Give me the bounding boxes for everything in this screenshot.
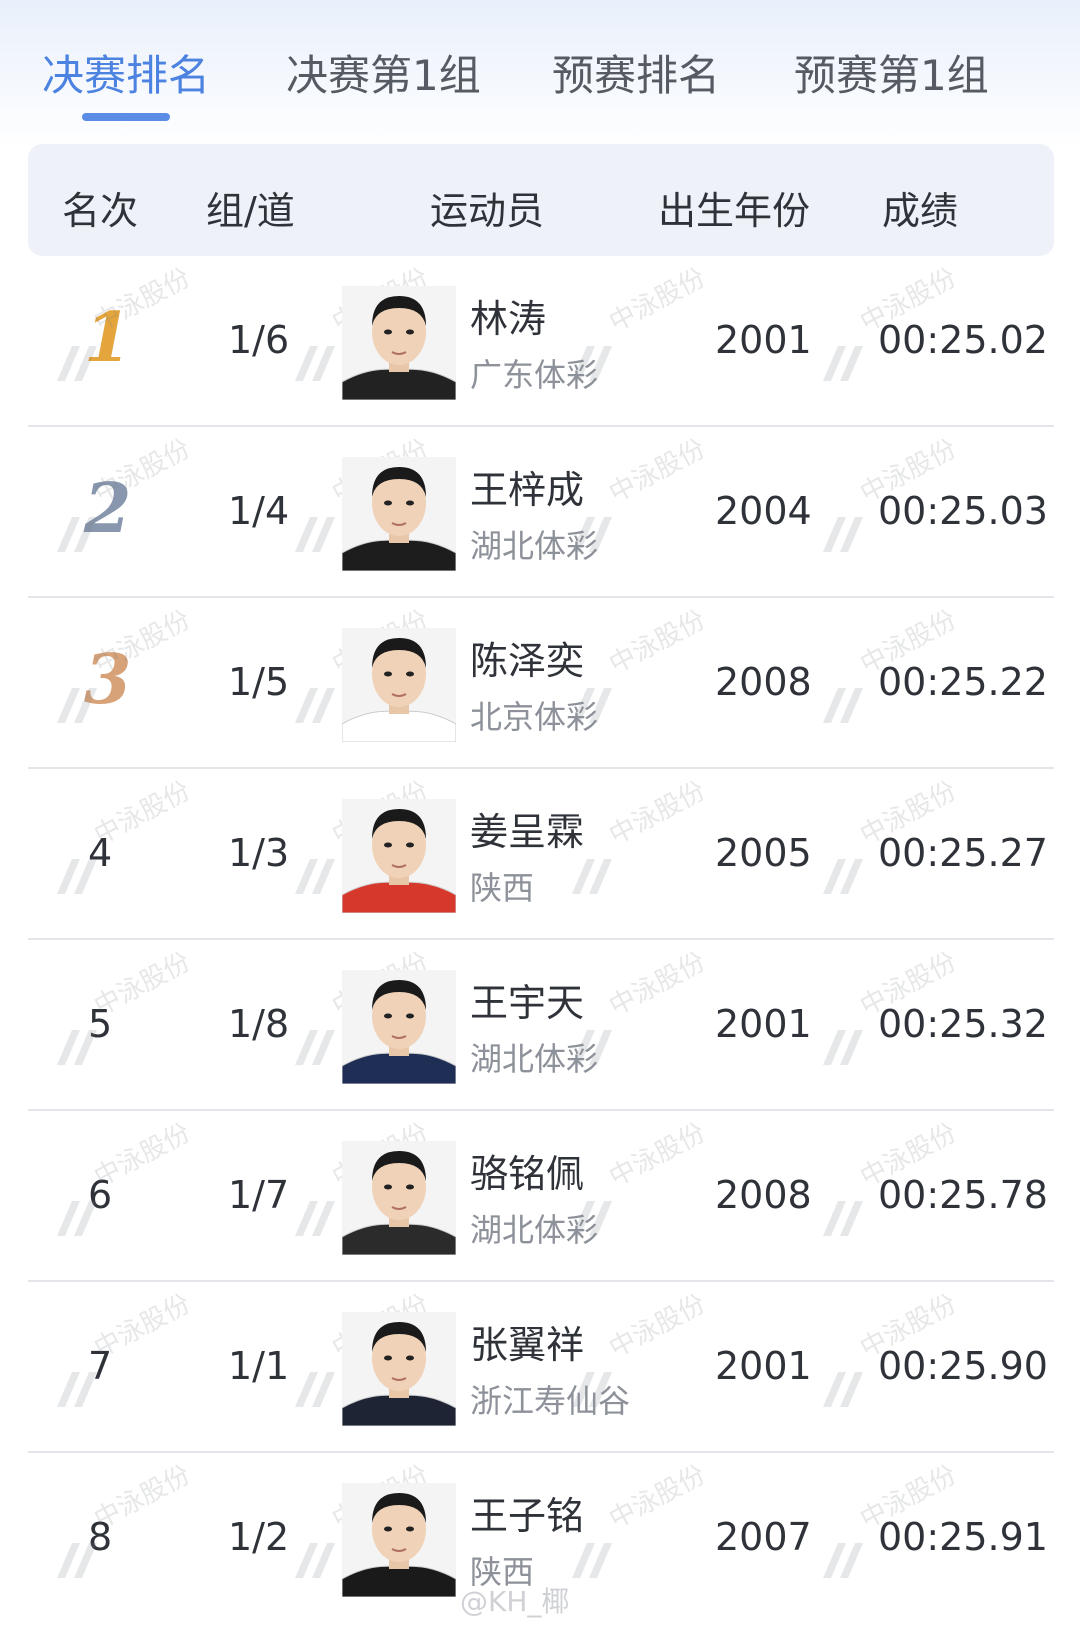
athlete-photo bbox=[342, 1483, 456, 1597]
watermark-text: 中泳股份 bbox=[604, 604, 711, 681]
header-result: 成绩 bbox=[882, 189, 959, 233]
birth-year: 2001 bbox=[715, 1002, 812, 1046]
table-row[interactable]: 1中泳股份中泳股份中泳股份中泳股份1/6林涛广东体彩200100:25.02 bbox=[0, 256, 1080, 427]
rank-number: 7 bbox=[88, 1344, 113, 1388]
birth-year: 2001 bbox=[715, 318, 812, 362]
rank-number: 5 bbox=[88, 1002, 113, 1046]
table-row[interactable]: 5中泳股份中泳股份中泳股份中泳股份1/8王宇天湖北体彩200100:25.32 bbox=[0, 940, 1080, 1111]
tab-final-ranking[interactable]: 决赛排名 bbox=[42, 42, 210, 103]
athlete-team: 陕西 bbox=[470, 869, 535, 907]
watermark-text: 中泳股份 bbox=[604, 262, 711, 339]
watermark-logo: 中泳股份 bbox=[567, 1460, 727, 1583]
athlete-photo bbox=[342, 1312, 456, 1426]
birth-year: 2005 bbox=[715, 831, 812, 875]
rank-number: 4 bbox=[88, 831, 113, 875]
tab-prelim-group-1[interactable]: 预赛第1组 bbox=[794, 42, 989, 103]
table-row[interactable]: 6中泳股份中泳股份中泳股份中泳股份1/7骆铭佩湖北体彩200800:25.78 bbox=[0, 1111, 1080, 1282]
watermark-text: 中泳股份 bbox=[604, 1459, 711, 1536]
tab-prelim-ranking[interactable]: 预赛排名 bbox=[552, 42, 720, 103]
watermark-text: 中泳股份 bbox=[604, 946, 711, 1023]
result-time: 00:25.03 bbox=[878, 489, 1048, 533]
watermark-logo: 中泳股份 bbox=[52, 1460, 212, 1583]
athlete-photo bbox=[342, 628, 456, 742]
athlete-name: 王梓成 bbox=[470, 468, 585, 512]
birth-year: 2007 bbox=[715, 1515, 812, 1559]
rank-medal-number: 2 bbox=[84, 469, 132, 549]
watermark-text: 中泳股份 bbox=[604, 433, 711, 510]
watermark-logo: 中泳股份 bbox=[52, 1118, 212, 1241]
athlete-photo bbox=[342, 286, 456, 400]
athlete-photo bbox=[342, 970, 456, 1084]
birth-year: 2004 bbox=[715, 489, 812, 533]
tab-bar: 决赛排名 决赛第1组 预赛排名 预赛第1组 bbox=[0, 0, 1080, 140]
athlete-team: 湖北体彩 bbox=[470, 527, 599, 565]
athlete-team: 湖北体彩 bbox=[470, 1211, 599, 1249]
group-lane: 1/6 bbox=[228, 318, 290, 362]
result-time: 00:25.91 bbox=[878, 1515, 1048, 1559]
watermark-text: 中泳股份 bbox=[604, 775, 711, 852]
rank-medal-number: 3 bbox=[84, 640, 132, 720]
watermark-logo: 中泳股份 bbox=[52, 776, 212, 899]
table-row[interactable]: 7中泳股份中泳股份中泳股份中泳股份1/1张翼祥浙江寿仙谷200100:25.90 bbox=[0, 1282, 1080, 1453]
watermark-logo: 中泳股份 bbox=[52, 434, 212, 557]
athlete-team: 浙江寿仙谷 bbox=[470, 1382, 631, 1420]
result-time: 00:25.02 bbox=[878, 318, 1048, 362]
watermark-text: 中泳股份 bbox=[604, 1288, 711, 1365]
athlete-name: 林涛 bbox=[470, 297, 547, 341]
group-lane: 1/5 bbox=[228, 660, 290, 704]
athlete-name: 王宇天 bbox=[470, 981, 585, 1025]
result-time: 00:25.27 bbox=[878, 831, 1048, 875]
watermark-logo: 中泳股份 bbox=[52, 605, 212, 728]
group-lane: 1/4 bbox=[228, 489, 290, 533]
watermark-logo: 中泳股份 bbox=[52, 263, 212, 386]
tab-final-group-1[interactable]: 决赛第1组 bbox=[286, 42, 481, 103]
rank-number: 8 bbox=[88, 1515, 113, 1559]
result-time: 00:25.90 bbox=[878, 1344, 1048, 1388]
footer-credit: @KH_椰 bbox=[460, 1585, 570, 1618]
group-lane: 1/2 bbox=[228, 1515, 290, 1559]
athlete-photo bbox=[342, 457, 456, 571]
watermark-text: 中泳股份 bbox=[604, 1117, 711, 1194]
athlete-team: 广东体彩 bbox=[470, 356, 599, 394]
group-lane: 1/1 bbox=[228, 1344, 290, 1388]
result-time: 00:25.22 bbox=[878, 660, 1048, 704]
athlete-team: 北京体彩 bbox=[470, 698, 599, 736]
athlete-name: 骆铭佩 bbox=[470, 1152, 585, 1196]
watermark-logo: 中泳股份 bbox=[567, 776, 727, 899]
header-birth-year: 出生年份 bbox=[658, 189, 811, 233]
birth-year: 2008 bbox=[715, 660, 812, 704]
table-row[interactable]: 2中泳股份中泳股份中泳股份中泳股份1/4王梓成湖北体彩200400:25.03 bbox=[0, 427, 1080, 598]
table-header: 名次 组/道 运动员 出生年份 成绩 bbox=[28, 144, 1054, 256]
athlete-photo bbox=[342, 799, 456, 913]
athlete-team: 湖北体彩 bbox=[470, 1040, 599, 1078]
result-time: 00:25.78 bbox=[878, 1173, 1048, 1217]
group-lane: 1/7 bbox=[228, 1173, 290, 1217]
birth-year: 2008 bbox=[715, 1173, 812, 1217]
watermark-logo: 中泳股份 bbox=[52, 1289, 212, 1412]
result-time: 00:25.32 bbox=[878, 1002, 1048, 1046]
active-tab-indicator bbox=[82, 113, 170, 121]
athlete-name: 姜呈霖 bbox=[470, 810, 585, 854]
rank-number: 6 bbox=[88, 1173, 113, 1217]
athlete-name: 张翼祥 bbox=[470, 1323, 585, 1367]
rank-medal-number: 1 bbox=[84, 298, 132, 378]
header-rank: 名次 bbox=[62, 189, 139, 233]
table-row[interactable]: 3中泳股份中泳股份中泳股份中泳股份1/5陈泽奕北京体彩200800:25.22 bbox=[0, 598, 1080, 769]
athlete-photo bbox=[342, 1141, 456, 1255]
header-lane: 组/道 bbox=[206, 189, 295, 233]
watermark-logo: 中泳股份 bbox=[52, 947, 212, 1070]
athlete-name: 陈泽奕 bbox=[470, 639, 585, 683]
group-lane: 1/3 bbox=[228, 831, 290, 875]
group-lane: 1/8 bbox=[228, 1002, 290, 1046]
header-athlete: 运动员 bbox=[430, 189, 545, 233]
athlete-name: 王子铭 bbox=[470, 1494, 585, 1538]
birth-year: 2001 bbox=[715, 1344, 812, 1388]
table-row[interactable]: 4中泳股份中泳股份中泳股份中泳股份1/3姜呈霖陕西200500:25.27 bbox=[0, 769, 1080, 940]
